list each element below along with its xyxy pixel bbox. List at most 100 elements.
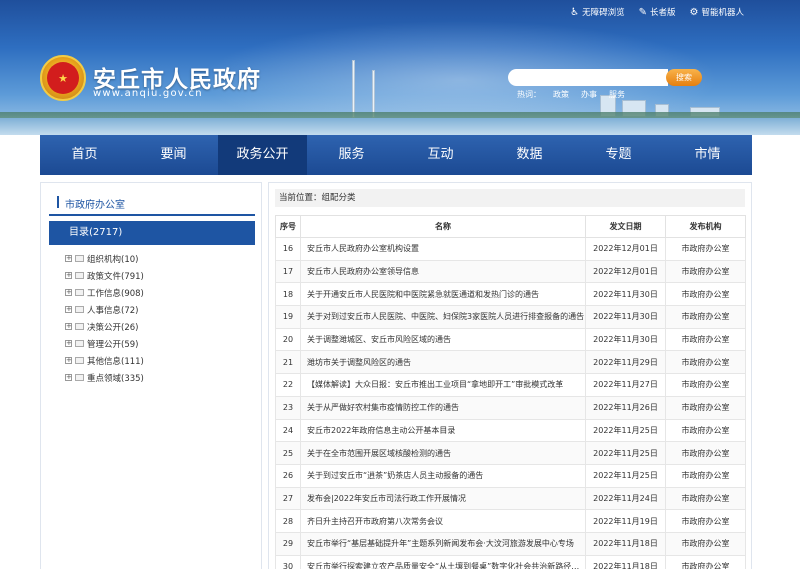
cell-org: 市政府办公室 (665, 282, 746, 307)
cell-title-link[interactable]: 安丘市人民政府办公室领导信息 (300, 259, 586, 284)
cell-date: 2022年11月29日 (585, 350, 666, 375)
title-bar-decor (57, 196, 59, 208)
table-row[interactable]: 17 安丘市人民政府办公室领导信息 2022年12月01日 市政府办公室 (275, 259, 746, 284)
hot-word-service[interactable]: 服务 (609, 89, 625, 100)
cell-date: 2022年12月01日 (585, 237, 666, 261)
tree-node-personnel-info[interactable]: + 人事信息(72) (65, 301, 144, 318)
tree-node-organization[interactable]: + 组织机构(10) (65, 250, 144, 267)
cell-title-link[interactable]: 安丘市2022年政府信息主动公开基本目录 (300, 418, 586, 443)
table-header-row: 序号 名称 发文日期 发布机构 (275, 215, 746, 238)
cell-org: 市政府办公室 (665, 554, 746, 569)
folder-icon (75, 255, 84, 262)
breadcrumb: 当前位置：组配分类 (275, 189, 745, 207)
nav-item-home[interactable]: 首页 (40, 135, 129, 175)
cell-org: 市政府办公室 (665, 350, 746, 375)
cell-title-link[interactable]: 潍坊市关于调整风险区的通告 (300, 350, 586, 375)
elder-mode-link[interactable]: ✎ 长者版 (639, 6, 676, 19)
cell-title-link[interactable]: 关于对到过安丘市人民医院、中医院、妇保院3家医院人员进行排查报备的通告 (300, 305, 586, 329)
column-header-date: 发文日期 (585, 215, 666, 238)
nav-item-topics[interactable]: 专题 (574, 135, 663, 175)
nav-item-data[interactable]: 数据 (485, 135, 574, 175)
nav-item-news[interactable]: 要闻 (129, 135, 218, 175)
accessibility-link[interactable]: ♿ 无障碍浏览 (570, 6, 625, 19)
tree-node-management-disclosure[interactable]: + 管理公开(59) (65, 335, 144, 352)
cell-org: 市政府办公室 (665, 441, 746, 465)
expand-icon[interactable]: + (65, 289, 72, 296)
robot-label: 智能机器人 (701, 8, 744, 18)
table-body: 16 安丘市人民政府办公室机构设置 2022年12月01日 市政府办公室 17 安丘市人民… (275, 237, 746, 569)
expand-icon[interactable]: + (65, 272, 72, 279)
table-row[interactable]: 25 关于在全市范围开展区域核酸检测的通告 2022年11月25日 市政府办公室 (275, 441, 746, 465)
robot-link[interactable]: ⚙ 智能机器人 (690, 6, 744, 19)
cell-title-link[interactable]: 齐日升主持召开市政府第八次常务会议 (300, 509, 586, 533)
cell-title-link[interactable]: 关于调整潍城区、安丘市风险区域的通告 (300, 327, 586, 352)
table-row[interactable]: 26 关于到过安丘市“逍茶”奶茶店人员主动报备的通告 2022年11月25日 市政府办… (275, 463, 746, 488)
table-row[interactable]: 29 安丘市举行“基层基础提升年”主题系列新闻发布会·大汶河旅游发展中心专场 202… (275, 531, 746, 556)
cell-title-link[interactable]: 发布会|2022年安丘市司法行政工作开展情况 (300, 486, 586, 511)
table-row[interactable]: 16 安丘市人民政府办公室机构设置 2022年12月01日 市政府办公室 (275, 237, 746, 261)
search-box: 搜索 (508, 69, 702, 86)
cell-number: 29 (275, 531, 301, 556)
search-input[interactable] (508, 69, 668, 86)
cell-date: 2022年11月25日 (585, 441, 666, 465)
table-row[interactable]: 24 安丘市2022年政府信息主动公开基本目录 2022年11月25日 市政府办公室 (275, 418, 746, 443)
search-button[interactable]: 搜索 (666, 69, 702, 86)
tree-node-label: 人事信息(72) (87, 305, 139, 316)
cell-title-link[interactable]: 安丘市人民政府办公室机构设置 (300, 237, 586, 261)
folder-icon (75, 374, 84, 381)
accessibility-label: 无障碍浏览 (582, 8, 625, 18)
sidebar-directory[interactable]: 目录(2717) (49, 221, 255, 245)
table-row[interactable]: 23 关于从严做好农村集市疫情防控工作的通告 2022年11月26日 市政府办公室 (275, 395, 746, 420)
nav-item-interaction[interactable]: 互动 (396, 135, 485, 175)
cell-date: 2022年11月25日 (585, 463, 666, 488)
cell-title-link[interactable]: 【媒体解读】大众日报：安丘市推出工业项目“拿地即开工”审批模式改革 (300, 373, 586, 397)
expand-icon[interactable]: + (65, 357, 72, 364)
table-row[interactable]: 30 安丘市举行探索建立农产品质量安全“从土壤到餐桌”数字化社会共治新路径发布会 2… (275, 554, 746, 569)
tree-node-work-info[interactable]: + 工作信息(908) (65, 284, 144, 301)
cell-title-link[interactable]: 安丘市举行探索建立农产品质量安全“从土壤到餐桌”数字化社会共治新路径发布会 (300, 554, 586, 569)
column-header-org: 发布机构 (665, 215, 746, 238)
main-nav: 首页 要闻 政务公开 服务 互动 数据 专题 市情 (40, 135, 752, 175)
table-row[interactable]: 28 齐日升主持召开市政府第八次常务会议 2022年11月19日 市政府办公室 (275, 509, 746, 533)
expand-icon[interactable]: + (65, 340, 72, 347)
banner-water (0, 118, 800, 135)
document-table: 序号 名称 发文日期 发布机构 16 安丘市人民政府办公室机构设置 2022年12月… (275, 215, 746, 569)
cell-title-link[interactable]: 关于到过安丘市“逍茶”奶茶店人员主动报备的通告 (300, 463, 586, 488)
table-row[interactable]: 27 发布会|2022年安丘市司法行政工作开展情况 2022年11月24日 市政府办公… (275, 486, 746, 511)
table-row[interactable]: 22 【媒体解读】大众日报：安丘市推出工业项目“拿地即开工”审批模式改革 2022年… (275, 373, 746, 397)
table-row[interactable]: 20 关于调整潍城区、安丘市风险区域的通告 2022年11月30日 市政府办公室 (275, 327, 746, 352)
top-links: ♿ 无障碍浏览 ✎ 长者版 ⚙ 智能机器人 (570, 6, 744, 19)
expand-icon[interactable]: + (65, 323, 72, 330)
cell-date: 2022年11月24日 (585, 486, 666, 511)
elder-mode-label: 长者版 (650, 8, 676, 18)
tree-node-decision-disclosure[interactable]: + 决策公开(26) (65, 318, 144, 335)
cell-date: 2022年11月30日 (585, 327, 666, 352)
tree-node-policy-documents[interactable]: + 政策文件(791) (65, 267, 144, 284)
hot-word-affairs[interactable]: 办事 (581, 89, 597, 100)
hot-word-policy[interactable]: 政策 (553, 89, 569, 100)
cell-title-link[interactable]: 关于在全市范围开展区域核酸检测的通告 (300, 441, 586, 465)
hot-words-label: 热词： (517, 90, 541, 99)
expand-icon[interactable]: + (65, 255, 72, 262)
table-row[interactable]: 19 关于对到过安丘市人民医院、中医院、妇保院3家医院人员进行排查报备的通告 202… (275, 305, 746, 329)
tree-node-key-areas[interactable]: + 重点领域(335) (65, 369, 144, 386)
cell-number: 24 (275, 418, 301, 443)
cell-title-link[interactable]: 关于从严做好农村集市疫情防控工作的通告 (300, 395, 586, 420)
column-header-number: 序号 (275, 215, 301, 238)
cell-title-link[interactable]: 安丘市举行“基层基础提升年”主题系列新闻发布会·大汶河旅游发展中心专场 (300, 531, 586, 556)
cell-org: 市政府办公室 (665, 237, 746, 261)
cell-date: 2022年11月26日 (585, 395, 666, 420)
table-row[interactable]: 18 关于开通安丘市人民医院和中医院紧急就医通道和发热门诊的通告 2022年11月3… (275, 282, 746, 307)
tree-node-other-info[interactable]: + 其他信息(111) (65, 352, 144, 369)
nav-item-city-info[interactable]: 市情 (663, 135, 752, 175)
cell-org: 市政府办公室 (665, 418, 746, 443)
expand-icon[interactable]: + (65, 306, 72, 313)
tree-node-label: 管理公开(59) (87, 339, 139, 350)
nav-item-service[interactable]: 服务 (307, 135, 396, 175)
folder-icon (75, 272, 84, 279)
table-row[interactable]: 21 潍坊市关于调整风险区的通告 2022年11月29日 市政府办公室 (275, 350, 746, 375)
nav-item-government-affairs[interactable]: 政务公开 (218, 135, 307, 175)
cell-title-link[interactable]: 关于开通安丘市人民医院和中医院紧急就医通道和发热门诊的通告 (300, 282, 586, 307)
tree-node-label: 工作信息(908) (87, 288, 144, 299)
expand-icon[interactable]: + (65, 374, 72, 381)
